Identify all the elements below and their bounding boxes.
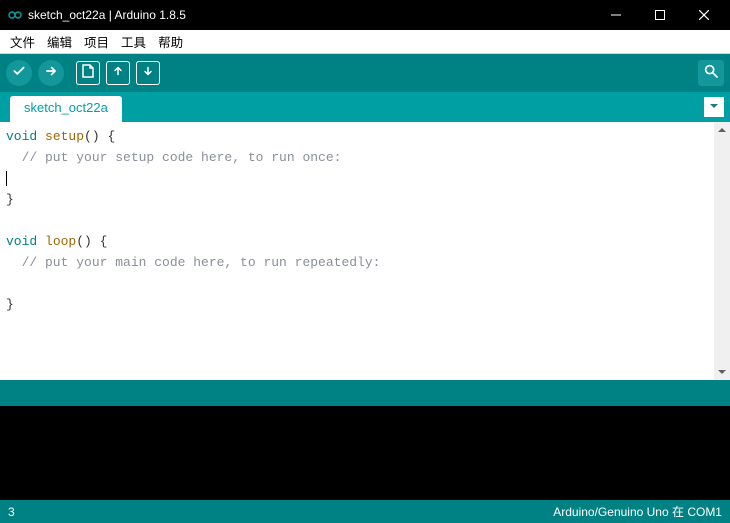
file-icon bbox=[82, 64, 94, 83]
new-sketch-button[interactable] bbox=[76, 61, 100, 85]
caret-down-icon bbox=[718, 363, 726, 381]
text-cursor bbox=[6, 171, 7, 186]
serial-monitor-button[interactable] bbox=[698, 60, 724, 86]
arrow-up-icon bbox=[112, 64, 124, 82]
scroll-up-button[interactable] bbox=[714, 122, 730, 138]
code-text: } bbox=[6, 297, 14, 312]
tab-menu-button[interactable] bbox=[704, 97, 724, 117]
minimize-button[interactable] bbox=[594, 0, 638, 30]
menu-tools[interactable]: 工具 bbox=[115, 32, 152, 51]
menu-file[interactable]: 文件 bbox=[4, 32, 41, 51]
code-function: setup bbox=[45, 129, 84, 144]
code-text: () { bbox=[76, 234, 107, 249]
window-title: sketch_oct22a | Arduino 1.8.5 bbox=[28, 8, 594, 22]
magnifier-icon bbox=[703, 63, 719, 84]
caret-up-icon bbox=[718, 121, 726, 139]
code-comment: // put your setup code here, to run once… bbox=[6, 150, 341, 165]
save-sketch-button[interactable] bbox=[136, 61, 160, 85]
menu-bar: 文件 编辑 项目 工具 帮助 bbox=[0, 30, 730, 54]
maximize-button[interactable] bbox=[638, 0, 682, 30]
verify-button[interactable] bbox=[6, 60, 32, 86]
status-bar: 3 Arduino/Genuino Uno 在 COM1 bbox=[0, 500, 730, 523]
tab-sketch[interactable]: sketch_oct22a bbox=[10, 96, 122, 122]
arrow-down-icon bbox=[142, 64, 154, 82]
message-bar bbox=[0, 380, 730, 406]
toolbar bbox=[0, 54, 730, 92]
check-icon bbox=[12, 64, 26, 83]
status-board-port: Arduino/Genuino Uno 在 COM1 bbox=[553, 503, 722, 520]
title-bar: sketch_oct22a | Arduino 1.8.5 bbox=[0, 0, 730, 30]
code-editor[interactable]: void setup() { // put your setup code he… bbox=[0, 122, 714, 380]
caret-down-icon bbox=[709, 98, 719, 116]
menu-edit[interactable]: 编辑 bbox=[41, 32, 78, 51]
code-keyword: void bbox=[6, 234, 37, 249]
arduino-logo-icon bbox=[8, 8, 22, 22]
menu-help[interactable]: 帮助 bbox=[152, 32, 189, 51]
close-button[interactable] bbox=[682, 0, 726, 30]
arrow-right-icon bbox=[44, 64, 58, 83]
code-text: } bbox=[6, 192, 14, 207]
status-line-number: 3 bbox=[8, 505, 15, 519]
code-keyword: void bbox=[6, 129, 37, 144]
scroll-down-button[interactable] bbox=[714, 364, 730, 380]
open-sketch-button[interactable] bbox=[106, 61, 130, 85]
tab-strip: sketch_oct22a bbox=[0, 92, 730, 122]
editor-scrollbar[interactable] bbox=[714, 122, 730, 380]
upload-button[interactable] bbox=[38, 60, 64, 86]
code-function: loop bbox=[45, 234, 76, 249]
menu-sketch[interactable]: 项目 bbox=[78, 32, 115, 51]
console-output[interactable] bbox=[0, 406, 730, 500]
code-comment: // put your main code here, to run repea… bbox=[6, 255, 380, 270]
code-text: () { bbox=[84, 129, 115, 144]
editor-area: void setup() { // put your setup code he… bbox=[0, 122, 730, 380]
